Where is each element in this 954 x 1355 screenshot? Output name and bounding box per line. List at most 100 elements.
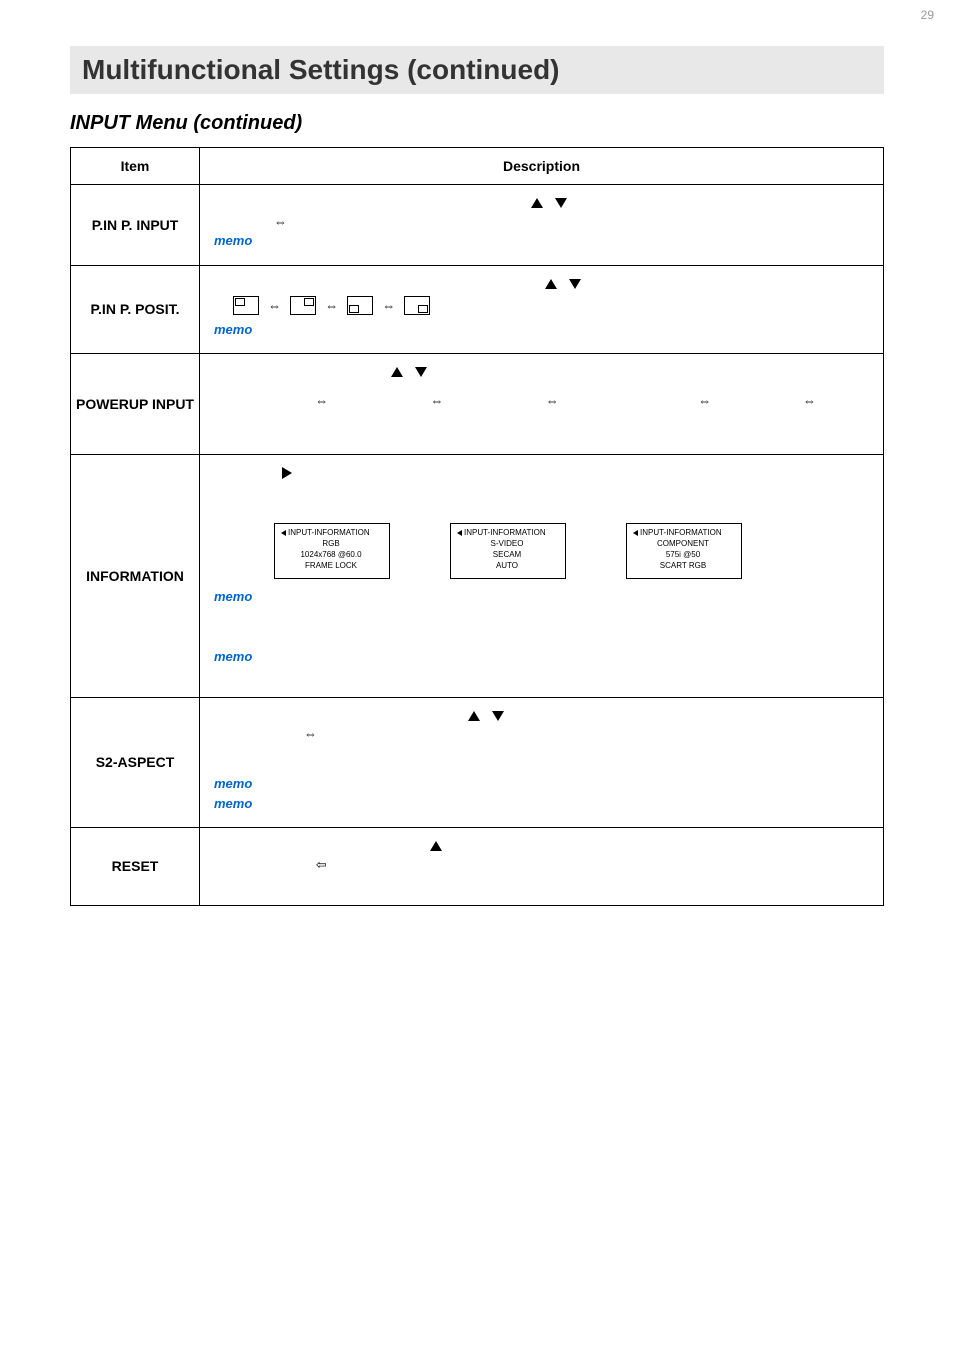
table-row: P.IN P. INPUT Selects the picture input …	[71, 185, 884, 266]
text: performs resetting all the items of this…	[334, 858, 586, 870]
info-line: 1024x768 @60.0	[281, 550, 381, 561]
settings-table: Item Description P.IN P. INPUT Selects t…	[70, 147, 884, 906]
text: Pressing the button	[214, 858, 312, 870]
memo-label: memo	[214, 589, 252, 604]
row-item-pinp-posit: P.IN P. POSIT.	[71, 265, 200, 354]
double-arrow-icon: ⇔	[304, 724, 317, 744]
double-arrow-icon: ⇔	[315, 391, 328, 411]
triangle-up-icon	[391, 367, 403, 377]
info-line: FRAME LOCK	[281, 561, 381, 572]
text: Set the input terminal with buttons	[214, 366, 383, 378]
triangle-up-icon	[545, 279, 557, 289]
text: .	[436, 366, 439, 378]
memo-label: memo	[214, 796, 252, 811]
triangle-down-icon	[492, 711, 504, 721]
triangle-up-icon	[531, 198, 543, 208]
triangle-left-icon	[633, 530, 638, 536]
col-header-description: Description	[200, 148, 884, 185]
double-arrow-icon: ⇔	[268, 296, 281, 316]
memo-label: memo	[214, 649, 252, 664]
memo-text: Selecting OFF on the P.IN P. INPUT makes…	[255, 325, 564, 337]
info-header: INPUT-INFORMATION	[288, 528, 370, 539]
text: displays the box of "INPUT INFORMATION".	[299, 467, 516, 479]
triangle-down-icon	[555, 198, 567, 208]
triangle-right-icon	[282, 467, 292, 479]
double-arrow-icon: ⇔	[698, 391, 711, 411]
text: Selecting this item with pressing the bu…	[214, 840, 426, 852]
memo-text: The "FRAME LOCK" message means that the …	[214, 592, 862, 621]
triangle-down-icon	[569, 279, 581, 289]
row-desc-reset: Selecting this item with pressing the bu…	[200, 828, 884, 906]
info-header: INPUT-INFORMATION	[464, 528, 546, 539]
table-row: INFORMATION Pressing the displays the bo…	[71, 455, 884, 698]
seq-item: COMPONENT	[593, 393, 665, 410]
seq-item: VIDEO	[362, 393, 396, 410]
triangle-down-icon	[415, 367, 427, 377]
triangle-up-icon	[430, 841, 442, 851]
double-arrow-icon: ⇔	[430, 391, 443, 411]
text: Pressing the	[214, 467, 278, 479]
row-desc-s2aspect: Set the S2-Aspect feature to on or off w…	[200, 697, 884, 828]
table-row: S2-ASPECT Set the S2-Aspect feature to o…	[71, 697, 884, 828]
info-box-svideo: INPUT-INFORMATION S-VIDEO SECAM AUTO	[450, 523, 566, 579]
double-arrow-icon: ⇔	[325, 296, 338, 316]
info-line: SCART RGB	[633, 561, 733, 572]
text: Selects the picture input for the sub ar…	[214, 197, 523, 209]
text: The current input is indicated on the to…	[214, 482, 869, 515]
memo-text: The "SCART RGB" message means that the C…	[214, 652, 843, 681]
row-item-s2aspect: S2-ASPECT	[71, 697, 200, 828]
text: Set the S2-Aspect feature to on or off w…	[214, 710, 460, 722]
pip-position-tr-icon	[290, 296, 316, 315]
text: buttons.	[590, 278, 629, 290]
text: displays a dialog for confirmation.	[449, 840, 612, 852]
triangle-left-icon	[457, 530, 462, 536]
info-header: INPUT-INFORMATION	[640, 528, 722, 539]
row-item-information: INFORMATION	[71, 455, 200, 698]
row-item-reset: RESET	[71, 828, 200, 906]
seq-item: M1-D	[850, 385, 869, 418]
info-box-rgb: INPUT-INFORMATION RGB 1024x768 @60.0 FRA…	[274, 523, 390, 579]
seq-item: S-VIDEO	[477, 385, 511, 418]
seq-item: BEFOREOFF	[214, 393, 281, 410]
pip-position-bl-icon	[347, 296, 373, 315]
info-line: SECAM	[457, 550, 557, 561]
info-line: AUTO	[457, 561, 557, 572]
page-number: 29	[0, 0, 954, 26]
text: .	[513, 710, 516, 722]
text: Selects the picture position for the sub…	[214, 278, 537, 290]
memo-label: memo	[214, 322, 252, 337]
double-arrow-icon: ⇔	[546, 391, 559, 411]
memo-text: Changing the ASPECT, OVER SCAN or V SIZE…	[255, 799, 759, 811]
triangle-left-icon	[281, 530, 286, 536]
table-row: POWERUP INPUT Set the input terminal wit…	[71, 354, 884, 455]
left-arrow-open-icon: ⇦	[316, 855, 327, 875]
memo-text: When OFF is selected, the P.IN P. POSIT.…	[255, 236, 506, 248]
text: buttons.	[576, 197, 615, 209]
row-desc-pinp-input: Selects the picture input for the sub ar…	[200, 185, 884, 266]
double-arrow-icon: ⇔	[803, 391, 816, 411]
page-title: Multifunctional Settings (continued)	[70, 46, 884, 94]
row-item-powerup: POWERUP INPUT	[71, 354, 200, 455]
info-line: RGB	[281, 539, 381, 550]
row-desc-pinp-posit: Selects the picture position for the sub…	[200, 265, 884, 354]
row-desc-powerup: Set the input terminal with buttons . BE…	[200, 354, 884, 455]
note-text: When you set BEFOREOFF, the projector po…	[214, 424, 869, 441]
text: When you select ON, the aspect ratio is …	[214, 744, 869, 761]
table-row: RESET Selecting this item with pressing …	[71, 828, 884, 906]
double-arrow-icon: ⇔	[274, 212, 287, 232]
pip-position-br-icon	[404, 296, 430, 315]
double-arrow-icon: ⇔	[382, 296, 395, 316]
seq-item: RGB	[745, 393, 769, 410]
memo-label: memo	[214, 233, 252, 248]
memo-text: This function dose not work when the LOC…	[255, 779, 696, 791]
memo-label: memo	[214, 776, 252, 791]
triangle-up-icon	[468, 711, 480, 721]
pip-position-tl-icon	[233, 296, 259, 315]
text: For canceling resetting, point the CANCE…	[214, 874, 869, 891]
table-row: P.IN P. POSIT. Selects the picture posit…	[71, 265, 884, 354]
info-line: S-VIDEO	[457, 539, 557, 550]
info-line: COMPONENT	[633, 539, 733, 550]
col-header-item: Item	[71, 148, 200, 185]
info-line: 575i @50	[633, 550, 733, 561]
row-desc-information: Pressing the displays the box of "INPUT …	[200, 455, 884, 698]
